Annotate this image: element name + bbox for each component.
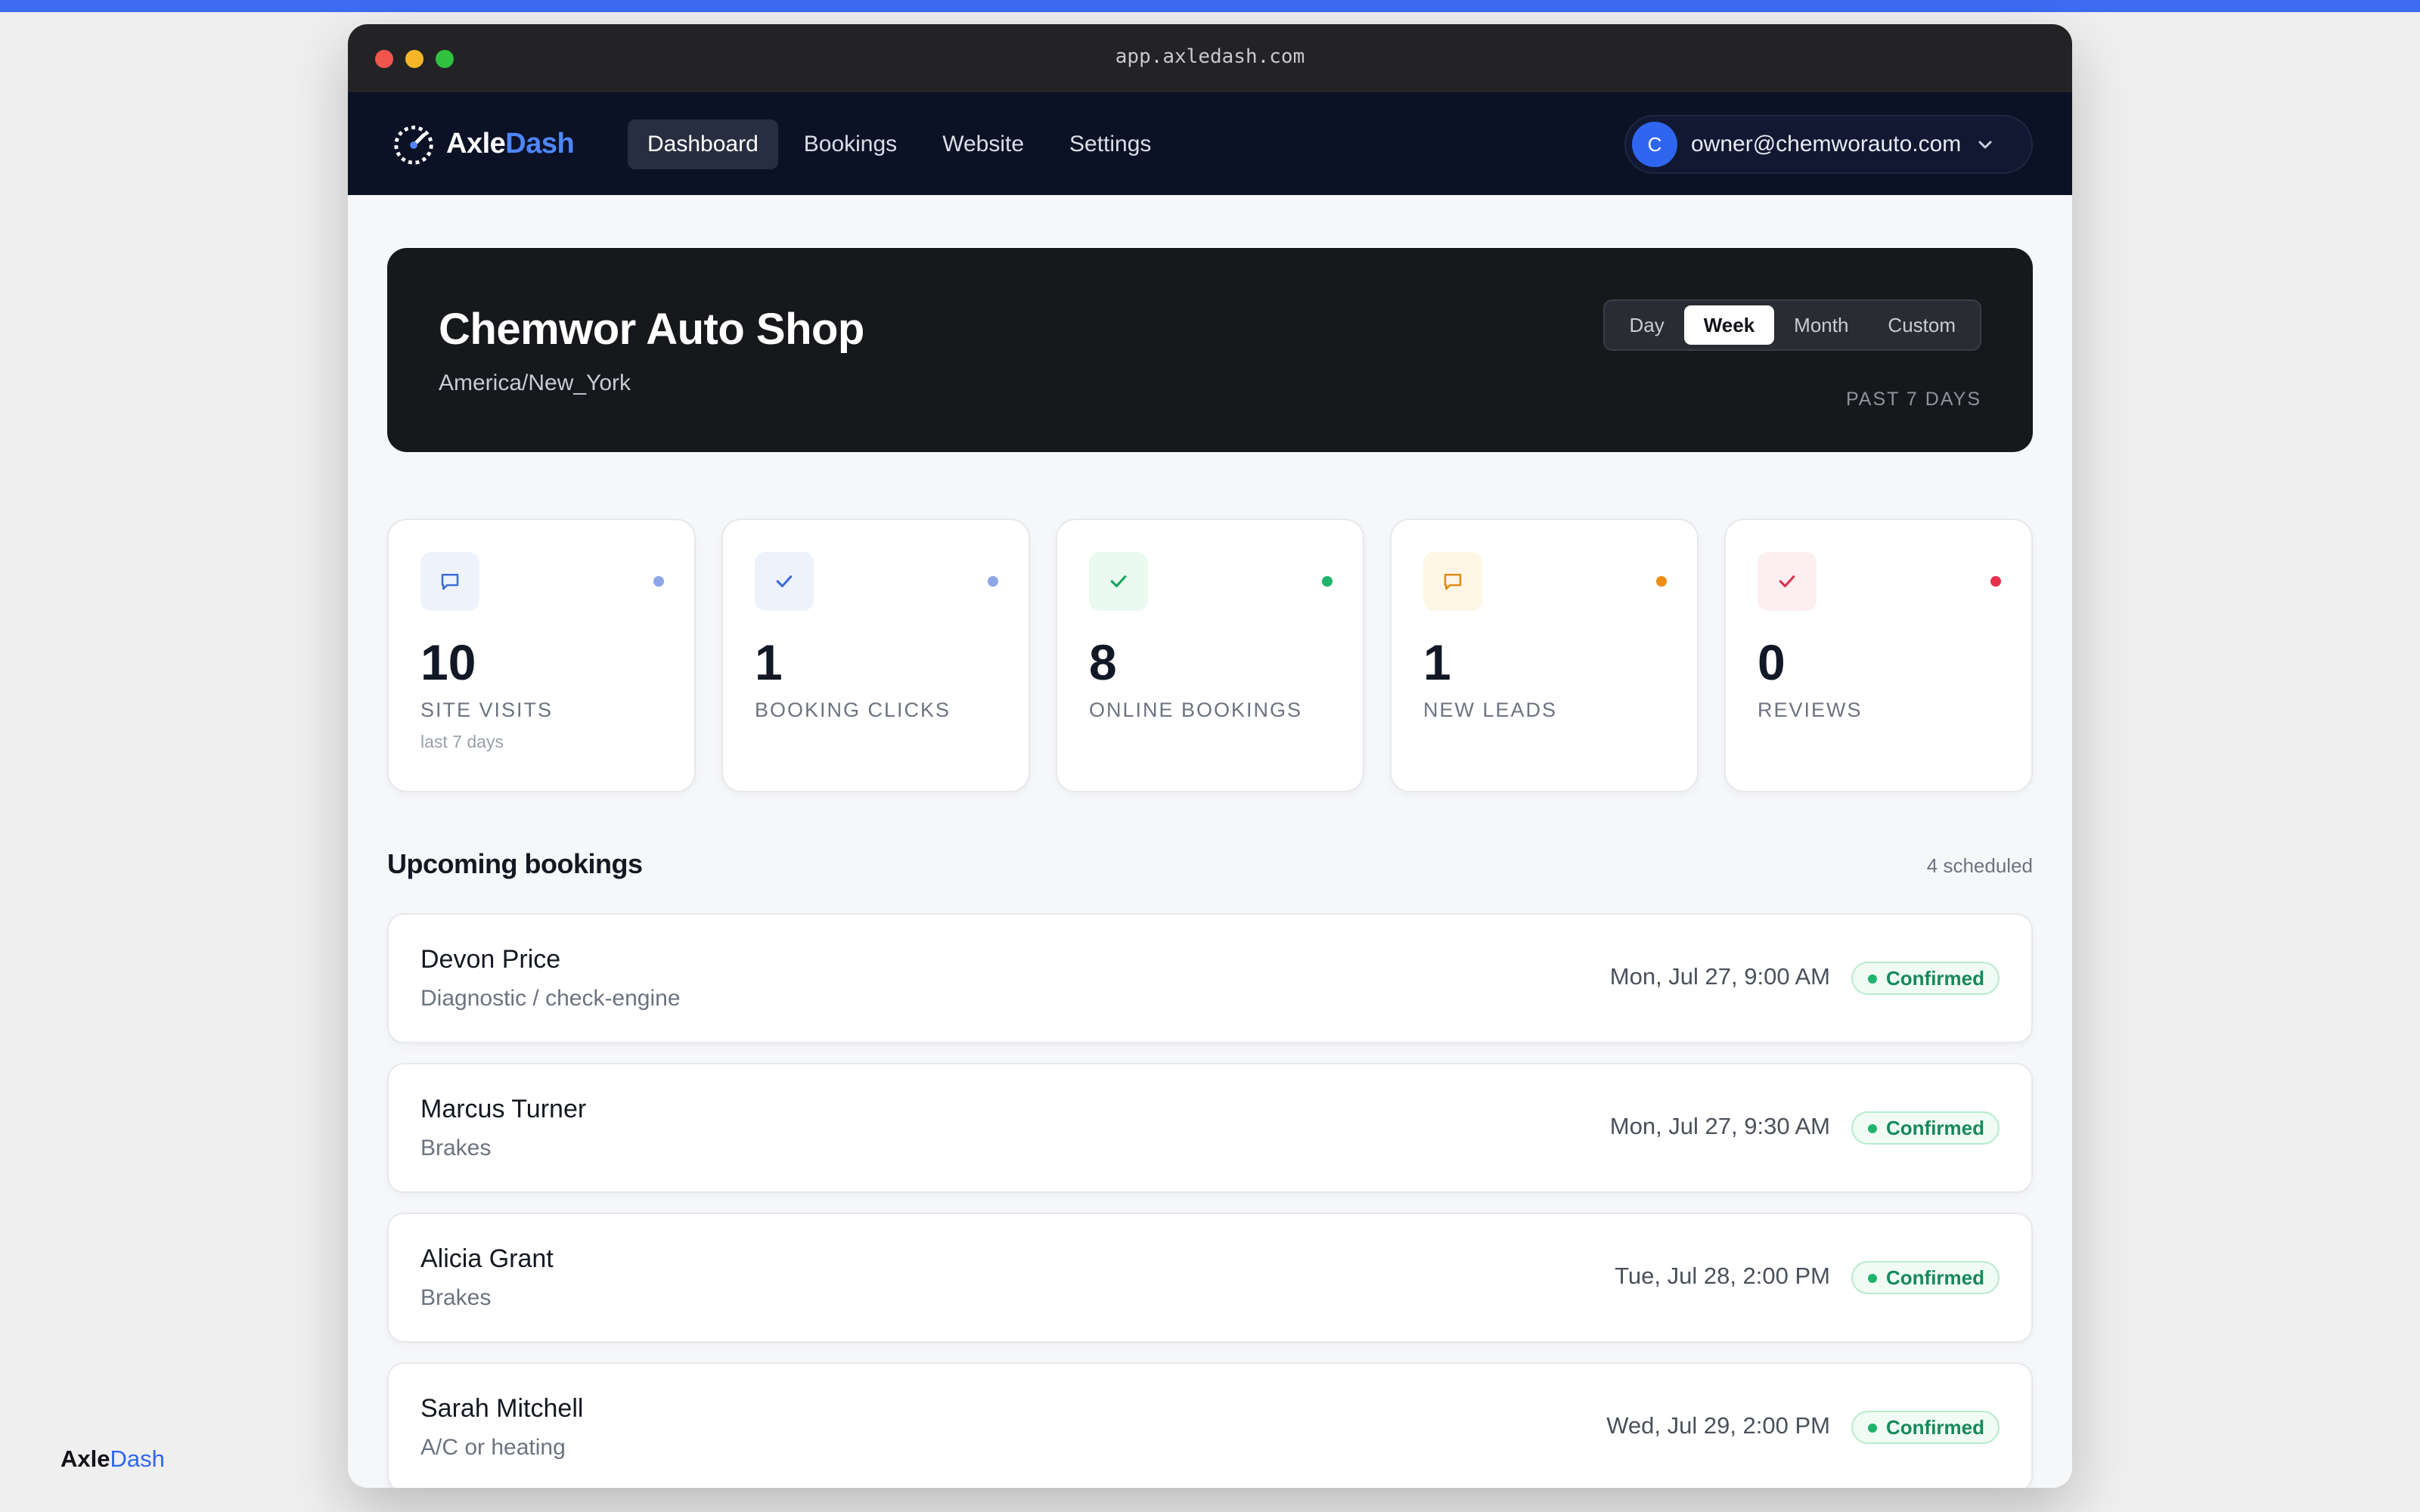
nav-dashboard[interactable]: Dashboard	[628, 119, 778, 169]
check-icon	[1779, 575, 1795, 587]
upcoming-bookings-list: Devon Price Diagnostic / check-engine Mo…	[387, 913, 2033, 1488]
stat-label: SITE VISITS	[420, 699, 554, 721]
stat-indicator-dot	[988, 576, 998, 587]
stat-card-booking-clicks[interactable]: 1 BOOKING CLICKS	[721, 519, 1030, 792]
booking-service: A/C or heating	[420, 1435, 566, 1460]
range-day-button[interactable]: Day	[1609, 305, 1683, 345]
upcoming-bookings-title: Upcoming bookings	[387, 848, 643, 879]
stat-label: BOOKING CLICKS	[755, 699, 951, 721]
booking-row[interactable]: Alicia Grant Brakes Tue, Jul 28, 2:00 PM…	[387, 1213, 2033, 1343]
check-icon	[1110, 575, 1127, 587]
stat-card-site-visits[interactable]: 10 SITE VISITS last 7 days	[387, 519, 696, 792]
stat-indicator-dot	[1656, 576, 1667, 587]
nav-bookings[interactable]: Bookings	[784, 119, 917, 169]
chat-icon	[1444, 574, 1462, 590]
stat-card-new-leads[interactable]: 1 NEW LEADS	[1390, 519, 1699, 792]
chat-icon	[441, 574, 459, 590]
stat-indicator-dot	[1322, 576, 1333, 587]
stat-value: 10	[420, 634, 476, 690]
status-badge: Confirmed	[1851, 1261, 2000, 1294]
top-navbar: AxleDash Dashboard Bookings Website Sett…	[348, 92, 2072, 195]
brand-name: AxleDash	[446, 127, 575, 160]
booking-row[interactable]: Devon Price Diagnostic / check-engine Mo…	[387, 913, 2033, 1043]
booking-service: Brakes	[420, 1285, 492, 1310]
footer-brand: AxleDash	[60, 1445, 165, 1473]
stat-label: NEW LEADS	[1423, 699, 1558, 721]
stat-icon-box	[1089, 552, 1148, 611]
range-custom-button[interactable]: Custom	[1868, 305, 1975, 345]
status-badge: Confirmed	[1851, 1111, 2000, 1145]
date-range-selector: Day Week Month Custom	[1603, 299, 1981, 351]
main-nav: Dashboard Bookings Website Settings	[628, 119, 1177, 169]
dashboard-content: Chemwor Auto Shop America/New_York Day W…	[387, 248, 2033, 1488]
booking-time: Wed, Jul 29, 2:00 PM	[1606, 1412, 1830, 1439]
booking-time: Mon, Jul 27, 9:00 AM	[1609, 963, 1830, 990]
browser-window: app.axledash.com AxleDash Dashboard Book…	[348, 24, 2072, 1488]
stat-icon-box	[1423, 552, 1482, 611]
booking-row[interactable]: Marcus Turner Brakes Mon, Jul 27, 9:30 A…	[387, 1063, 2033, 1193]
footer-brand-prefix: Axle	[60, 1445, 110, 1472]
range-week-button[interactable]: Week	[1683, 305, 1775, 345]
avatar: C	[1632, 122, 1677, 167]
booking-customer-name: Sarah Mitchell	[420, 1394, 584, 1423]
range-month-button[interactable]: Month	[1774, 305, 1868, 345]
stat-icon-box	[420, 552, 479, 611]
stat-subtext: last 7 days	[420, 732, 504, 751]
shop-timezone: America/New_York	[439, 370, 631, 395]
account-email: owner@chemworauto.com	[1691, 132, 1962, 156]
booking-customer-name: Devon Price	[420, 945, 561, 974]
booking-customer-name: Alicia Grant	[420, 1244, 554, 1273]
stat-icon-box	[755, 552, 814, 611]
stat-card-reviews[interactable]: 0 REVIEWS	[1724, 519, 2033, 792]
url-bar[interactable]: app.axledash.com	[348, 45, 2072, 68]
stat-value: 8	[1089, 634, 1117, 690]
stat-label: ONLINE BOOKINGS	[1089, 699, 1303, 721]
stat-indicator-dot	[653, 576, 664, 587]
footer-brand-suffix: Dash	[110, 1445, 165, 1472]
booking-time: Mon, Jul 27, 9:30 AM	[1609, 1113, 1830, 1139]
booking-customer-name: Marcus Turner	[420, 1095, 587, 1123]
stat-icon-box	[1758, 552, 1817, 611]
upcoming-bookings-count: 4 scheduled	[1926, 854, 2033, 877]
stats-row: 10 SITE VISITS last 7 days 1 BOOKING CLI…	[387, 519, 2033, 792]
shop-name: Chemwor Auto Shop	[439, 305, 864, 354]
shop-header-card: Chemwor Auto Shop America/New_York Day W…	[387, 248, 2033, 452]
account-menu[interactable]: C owner@chemworauto.com	[1624, 115, 2033, 174]
browser-titlebar: app.axledash.com	[348, 24, 2072, 92]
speedometer-icon	[394, 125, 433, 165]
brand-name-suffix: Dash	[505, 127, 575, 160]
range-caption: PAST 7 DAYS	[1845, 389, 1981, 410]
chevron-down-icon	[1978, 141, 1992, 149]
nav-settings[interactable]: Settings	[1050, 119, 1171, 169]
booking-row[interactable]: Sarah Mitchell A/C or heating Wed, Jul 2…	[387, 1362, 2033, 1488]
stat-label: REVIEWS	[1758, 699, 1863, 721]
brand-name-prefix: Axle	[446, 127, 506, 160]
booking-service: Brakes	[420, 1136, 492, 1160]
stat-value: 1	[755, 634, 783, 690]
top-accent-bar	[0, 0, 2420, 12]
check-icon	[776, 575, 793, 587]
booking-service: Diagnostic / check-engine	[420, 986, 681, 1011]
stat-indicator-dot	[1990, 576, 2001, 587]
status-badge: Confirmed	[1851, 962, 2000, 995]
status-badge: Confirmed	[1851, 1411, 2000, 1444]
nav-website[interactable]: Website	[923, 119, 1044, 169]
stat-card-online-bookings[interactable]: 8 ONLINE BOOKINGS	[1056, 519, 1364, 792]
booking-time: Tue, Jul 28, 2:00 PM	[1615, 1263, 1830, 1289]
stat-value: 0	[1758, 634, 1786, 690]
stat-value: 1	[1423, 634, 1451, 690]
brand-logo[interactable]: AxleDash	[390, 121, 575, 166]
